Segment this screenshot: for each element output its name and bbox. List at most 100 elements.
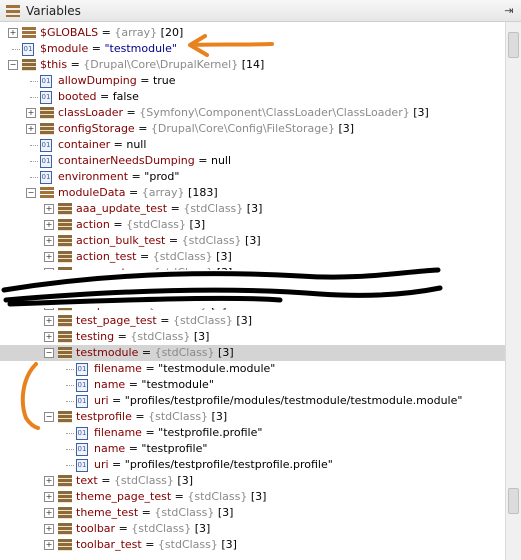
tree-row[interactable]: − testprofile = {stdClass} [3] <box>0 409 505 425</box>
tree-row[interactable]: + configStorage = {Drupal\Core\Config\Fil… <box>0 121 505 137</box>
tree-row[interactable]: + taxonomy_test_views = {stdClass} [3] <box>0 281 505 297</box>
variables-tree[interactable]: + $GLOBALS = {array} [20] 01 $module = "tes… <box>0 22 505 560</box>
variables-titlebar: Variables ⇥ <box>0 0 521 22</box>
object-icon <box>58 219 72 231</box>
object-icon <box>58 283 72 295</box>
variable-name: telephone <box>76 298 132 311</box>
variable-name: configStorage <box>58 122 135 135</box>
variable-name: action <box>76 218 110 231</box>
tree-row-label: $this = {Drupal\Core\DrupalKernel} [14] <box>40 58 265 71</box>
scrollbar-thumb-bottom[interactable] <box>508 488 519 514</box>
object-icon <box>58 523 72 535</box>
tree-row[interactable]: + $GLOBALS = {array} [20] <box>0 25 505 41</box>
tree-connector <box>66 449 74 450</box>
variable-type: {stdClass} <box>153 266 214 279</box>
collapse-icon[interactable]: − <box>8 60 18 70</box>
tree-row-label: $module = "testmodule" <box>40 42 177 55</box>
tree-row[interactable]: − moduleData = {array} [183] <box>0 185 505 201</box>
expand-icon[interactable]: + <box>44 220 54 230</box>
child-count: [3] <box>334 122 355 135</box>
tree-row[interactable]: − $this = {Drupal\Core\DrupalKernel} [14] <box>0 57 505 73</box>
child-count: [3] <box>190 330 210 343</box>
tree-row[interactable]: + action = {stdClass} [3] <box>0 217 505 233</box>
tree-connector <box>66 465 74 466</box>
tree-row[interactable]: 01 booted = false <box>0 89 505 105</box>
tree-row[interactable]: 01 containerNeedsDumping = null <box>0 153 505 169</box>
variable-type: {stdClass} <box>148 410 209 423</box>
object-icon <box>22 59 36 71</box>
tree-row-label: name = "testprofile" <box>94 442 208 455</box>
expand-icon[interactable]: + <box>44 476 54 486</box>
tree-row[interactable]: 01 filename = "testprofile.profile" <box>0 425 505 441</box>
object-icon <box>40 107 54 119</box>
vertical-scrollbar[interactable] <box>505 22 521 560</box>
expand-icon[interactable]: + <box>44 204 54 214</box>
expand-icon[interactable]: + <box>44 284 54 294</box>
expand-icon[interactable]: + <box>26 124 36 134</box>
variable-name: moduleData <box>58 186 126 199</box>
variable-name: test_page_test <box>76 314 157 327</box>
expand-icon[interactable]: + <box>26 108 36 118</box>
expand-icon[interactable]: + <box>44 300 54 310</box>
tree-row-label: classLoader = {Symfony\Component\ClassLo… <box>58 106 429 119</box>
variable-value-icon: 01 <box>76 363 88 376</box>
tree-connector <box>30 145 38 146</box>
collapse-icon[interactable]: − <box>26 188 36 198</box>
array-icon <box>22 27 36 39</box>
tree-row[interactable]: 01 $module = "testmodule" <box>0 41 505 57</box>
tree-row[interactable]: + test_page_test = {stdClass} [3] <box>0 313 505 329</box>
tree-row[interactable]: 01 name = "testmodule" <box>0 377 505 393</box>
tree-row-label: toolbar_test = {stdClass} [3] <box>76 538 237 551</box>
tree-row[interactable]: 01 container = null <box>0 137 505 153</box>
expand-icon[interactable]: + <box>44 252 54 262</box>
collapse-icon[interactable]: − <box>44 348 54 358</box>
tree-row[interactable]: + testing = {stdClass} [3] <box>0 329 505 345</box>
expand-icon[interactable]: + <box>44 236 54 246</box>
variable-value-icon: 01 <box>76 443 88 456</box>
expand-icon[interactable]: + <box>44 492 54 502</box>
expand-icon[interactable]: + <box>44 508 54 518</box>
tree-row[interactable]: 01 name = "testprofile" <box>0 441 505 457</box>
expand-icon[interactable]: + <box>44 332 54 342</box>
tree-row[interactable]: + action_bulk_test = {stdClass} [3] <box>0 233 505 249</box>
tree-row-label: containerNeedsDumping = null <box>58 154 232 167</box>
expand-icon[interactable]: + <box>44 268 54 278</box>
variable-type: {stdClass} <box>113 474 174 487</box>
tree-row[interactable]: + text = {stdClass} [3] <box>0 473 505 489</box>
child-count: [183] <box>184 186 218 199</box>
tree-row[interactable]: + aaa_update_test = {stdClass} [3] <box>0 201 505 217</box>
tree-row[interactable]: 01 uri = "profiles/testprofile/modules/te… <box>0 393 505 409</box>
tree-row[interactable]: + telephone = {stdClass} [3] <box>0 297 505 313</box>
scrollbar-thumb-top[interactable] <box>508 32 519 58</box>
variable-name: toolbar_test <box>76 538 142 551</box>
object-icon <box>58 299 72 311</box>
variable-value: "profiles/testprofile/modules/testmodule… <box>124 394 463 407</box>
array-icon <box>40 187 54 199</box>
expand-icon[interactable]: + <box>44 316 54 326</box>
variable-name: environment <box>58 170 129 183</box>
variable-name: classLoader <box>58 106 123 119</box>
tree-row[interactable]: + classLoader = {Symfony\Component\ClassL… <box>0 105 505 121</box>
expand-icon[interactable]: + <box>44 524 54 534</box>
tree-row[interactable]: − testmodule = {stdClass} [3] <box>0 345 505 361</box>
expand-icon[interactable]: + <box>8 28 18 38</box>
object-icon <box>58 539 72 551</box>
tree-row[interactable]: + aggregator = {stdClass} [3] <box>0 265 505 281</box>
expand-icon[interactable]: + <box>44 540 54 550</box>
tree-row[interactable]: 01 uri = "profiles/testprofile/testprofil… <box>0 457 505 473</box>
tree-row-label: filename = "testprofile.profile" <box>94 426 263 439</box>
pin-icon[interactable]: ⇥ <box>501 3 517 19</box>
tree-row[interactable]: + theme_test = {stdClass} [3] <box>0 505 505 521</box>
variable-type: {array} <box>141 186 185 199</box>
tree-row[interactable]: + theme_page_test = {stdClass} [3] <box>0 489 505 505</box>
tree-row[interactable]: 01 filename = "testmodule.module" <box>0 361 505 377</box>
variable-value-icon: 01 <box>76 427 88 440</box>
tree-row[interactable]: + action_test = {stdClass} [3] <box>0 249 505 265</box>
tree-row[interactable]: + toolbar = {stdClass} [3] <box>0 521 505 537</box>
tree-row[interactable]: + toolbar_test = {stdClass} [3] <box>0 537 505 553</box>
tree-row-label: $GLOBALS = {array} [20] <box>40 26 184 39</box>
tree-row[interactable]: 01 environment = "prod" <box>0 169 505 185</box>
object-icon <box>58 235 72 247</box>
collapse-icon[interactable]: − <box>44 412 54 422</box>
tree-row[interactable]: 01 allowDumping = true <box>0 73 505 89</box>
